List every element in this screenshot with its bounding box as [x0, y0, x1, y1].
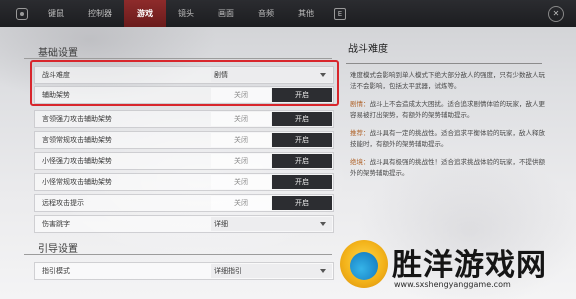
- section-divider: [24, 58, 332, 59]
- section-divider: [24, 254, 332, 255]
- watermark-logo-icon: [340, 240, 388, 288]
- tab-other[interactable]: 其他: [286, 0, 326, 27]
- toggle-off-button[interactable]: 关闭: [211, 133, 271, 147]
- tab-graphics[interactable]: 画面: [206, 0, 246, 27]
- tab-game[interactable]: 游戏: [124, 0, 166, 27]
- panel-intro: 难度模式会影响到单人模式下绝大部分敌人的强度，只有少数敌人玩法不会影响，包括太平…: [350, 71, 545, 90]
- tab-controller[interactable]: 控制器: [76, 0, 124, 27]
- dropdown-value: 详细指引: [214, 267, 242, 275]
- panel-item-recommended: 推荐：战斗具有一定的挑战性。适合追求平衡体验的玩家，敌人释放技能时，有额外的架势…: [350, 128, 546, 150]
- close-icon[interactable]: ✕: [548, 6, 564, 22]
- panel-item-story: 剧情：战斗上不会造成太大困扰。适合追求剧情体验的玩家，敌人更容易被打出架势，有额…: [350, 99, 546, 121]
- section-title-basic: 基础设置: [38, 48, 78, 59]
- tab-keyboard-mouse[interactable]: 键鼠: [36, 0, 76, 27]
- setting-label: 言领常规攻击辅助架势: [42, 136, 112, 144]
- setting-label: 伤害跳字: [42, 220, 70, 228]
- chevron-down-icon: [320, 222, 326, 226]
- toggle-on-button[interactable]: 开启: [272, 196, 332, 210]
- toggle-off-button[interactable]: 关闭: [211, 196, 271, 210]
- setting-row-minion-heavy-assist: 小怪强力攻击辅助架势 关闭 开启: [34, 152, 334, 170]
- toggle-on-button[interactable]: 开启: [272, 175, 332, 189]
- setting-row-boss-heavy-assist: 言领强力攻击辅助架势 关闭 开启: [34, 110, 334, 128]
- panel-item-key: 推荐：: [350, 129, 370, 137]
- toggle-off-button[interactable]: 关闭: [211, 175, 271, 189]
- panel-item-key: 绝境：: [350, 158, 370, 166]
- toggle-on-button[interactable]: 开启: [272, 112, 332, 126]
- toggle-off-button[interactable]: 关闭: [211, 154, 271, 168]
- panel-title: 战斗难度: [348, 44, 388, 55]
- settings-gear-icon[interactable]: [16, 7, 28, 20]
- chevron-down-icon: [320, 269, 326, 273]
- tab-camera[interactable]: 镜头: [166, 0, 206, 27]
- setting-row-ranged-hint: 远程攻击提示 关闭 开启: [34, 194, 334, 212]
- watermark-url: www.sxshengyanggame.com: [394, 280, 511, 289]
- description-panel: 战斗难度 难度模式会影响到单人模式下绝大部分敌人的强度，只有少数敌人玩法不会影响…: [346, 40, 546, 186]
- panel-item-text: 战斗具有一定的挑战性。适合追求平衡体验的玩家，敌人释放技能时，有额外的架势辅助提…: [350, 129, 545, 148]
- damage-numbers-dropdown[interactable]: 详细: [211, 217, 332, 231]
- setting-row-guide-mode: 指引模式 详细指引: [34, 262, 334, 280]
- setting-row-damage-numbers: 伤害跳字 详细: [34, 215, 334, 233]
- section-title-guide: 引导设置: [38, 244, 78, 255]
- toggle-off-button[interactable]: 关闭: [211, 112, 271, 126]
- panel-item-key: 剧情：: [350, 100, 370, 108]
- panel-item-text: 战斗上不会造成太大困扰。适合追求剧情体验的玩家，敌人更容易被打出架势，有额外的架…: [350, 100, 545, 119]
- e-key-hint-icon: E: [334, 7, 346, 20]
- setting-label: 指引模式: [42, 267, 70, 275]
- tab-audio[interactable]: 音频: [246, 0, 286, 27]
- toggle-on-button[interactable]: 开启: [272, 133, 332, 147]
- dropdown-value: 详细: [214, 220, 228, 228]
- panel-divider: [346, 63, 542, 64]
- top-nav-bar: 键鼠 控制器 游戏 镜头 画面 音频 其他 E ✕: [0, 0, 576, 27]
- setting-label: 小怪强力攻击辅助架势: [42, 157, 112, 165]
- toggle-on-button[interactable]: 开启: [272, 154, 332, 168]
- setting-label: 言领强力攻击辅助架势: [42, 115, 112, 123]
- setting-label: 远程攻击提示: [42, 199, 84, 207]
- watermark-text: 胜洋游戏网: [392, 248, 547, 283]
- panel-item-text: 战斗具有极强的挑战性！适合追求挑战体验的玩家，不提供额外的架势辅助提示。: [350, 158, 545, 177]
- highlight-box: [30, 60, 339, 106]
- panel-item-extreme: 绝境：战斗具有极强的挑战性！适合追求挑战体验的玩家，不提供额外的架势辅助提示。: [350, 157, 546, 179]
- guide-mode-dropdown[interactable]: 详细指引: [211, 264, 332, 278]
- setting-label: 小怪常规攻击辅助架势: [42, 178, 112, 186]
- setting-row-boss-normal-assist: 言领常规攻击辅助架势 关闭 开启: [34, 131, 334, 149]
- setting-row-minion-normal-assist: 小怪常规攻击辅助架势 关闭 开启: [34, 173, 334, 191]
